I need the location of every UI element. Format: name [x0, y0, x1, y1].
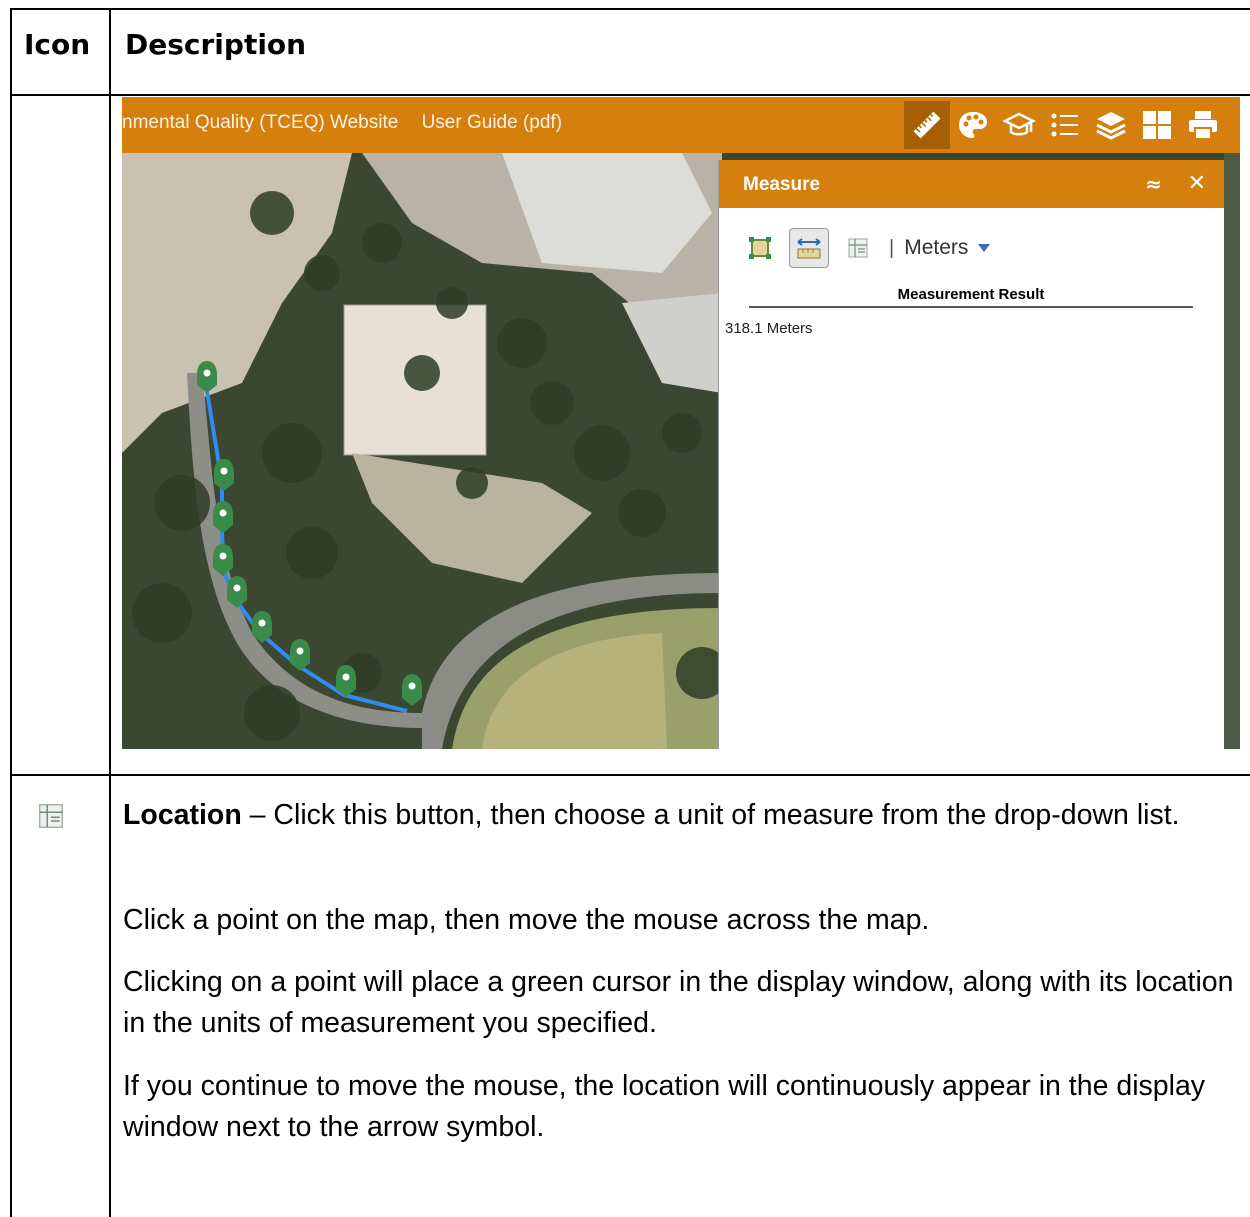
measure-panel-title: Measure: [743, 174, 821, 195]
description-location: Location – Click this button, then choos…: [123, 795, 1238, 836]
location-definition: – Click this button, then choose a unit …: [241, 799, 1180, 831]
header-description: Description: [125, 28, 307, 61]
close-icon[interactable]: ✕: [1188, 171, 1206, 196]
description-step-click: Click a point on the map, then move the …: [123, 904, 930, 936]
unit-dropdown-value: Meters: [904, 236, 969, 259]
layers-icon: [1096, 112, 1126, 140]
legend-list-icon: [1051, 113, 1078, 137]
tool-separator: |: [889, 236, 895, 259]
measurement-result-value: 318.1 Meters: [725, 320, 813, 337]
location-term: Location: [123, 799, 242, 831]
app-screenshot: nmental Quality (TCEQ) Website User Guid…: [122, 97, 1240, 749]
table-header-divider: [10, 94, 1250, 96]
print-icon: [1189, 111, 1217, 140]
unit-dropdown[interactable]: Meters: [904, 236, 991, 260]
location-icon: [39, 804, 63, 828]
education-tool-button[interactable]: [996, 101, 1042, 149]
table-column-divider: [109, 8, 111, 1217]
collapse-icon[interactable]: ≈: [1145, 172, 1162, 196]
map-edge-strip: [1224, 153, 1240, 749]
location-tool-button[interactable]: [843, 233, 873, 263]
table-row-divider: [10, 774, 1250, 776]
header-icon: Icon: [24, 28, 91, 61]
measure-tool-row: | Meters: [745, 226, 991, 270]
table-top-border: [10, 8, 1250, 10]
layers-tool-button[interactable]: [1088, 101, 1134, 149]
legend-tool-button[interactable]: [1042, 101, 1088, 149]
measure-tool-button[interactable]: [904, 101, 950, 149]
caret-down-icon: [978, 244, 991, 253]
basemap-gallery-button[interactable]: [1134, 101, 1180, 149]
location-measure-icon: [848, 238, 868, 258]
distance-measure-icon: [797, 238, 821, 259]
distance-tool-button[interactable]: [789, 228, 829, 268]
description-green-cursor: Clicking on a point will place a green c…: [123, 966, 1234, 1039]
toolbar: [904, 101, 1226, 149]
description-continuous: If you continue to move the mouse, the l…: [123, 1070, 1206, 1143]
tceq-website-link[interactable]: nmental Quality (TCEQ) Website: [122, 112, 398, 133]
ruler-icon: [913, 111, 941, 139]
basemap-tool-button[interactable]: [950, 101, 996, 149]
grid-icon: [1143, 111, 1171, 139]
palette-icon: [959, 112, 987, 138]
area-measure-icon: [749, 237, 771, 259]
print-tool-button[interactable]: [1180, 101, 1226, 149]
graduation-cap-icon: [1002, 112, 1036, 136]
app-header-bar: nmental Quality (TCEQ) Website User Guid…: [122, 97, 1240, 153]
user-guide-link[interactable]: User Guide (pdf): [422, 112, 562, 133]
area-tool-button[interactable]: [745, 233, 775, 263]
measure-panel-header: Measure ≈ ✕: [719, 160, 1224, 208]
measure-panel: Measure ≈ ✕ | Meters Measurement Result …: [718, 160, 1224, 749]
table-left-border: [10, 8, 12, 1217]
measurement-result-header: Measurement Result: [749, 286, 1193, 308]
